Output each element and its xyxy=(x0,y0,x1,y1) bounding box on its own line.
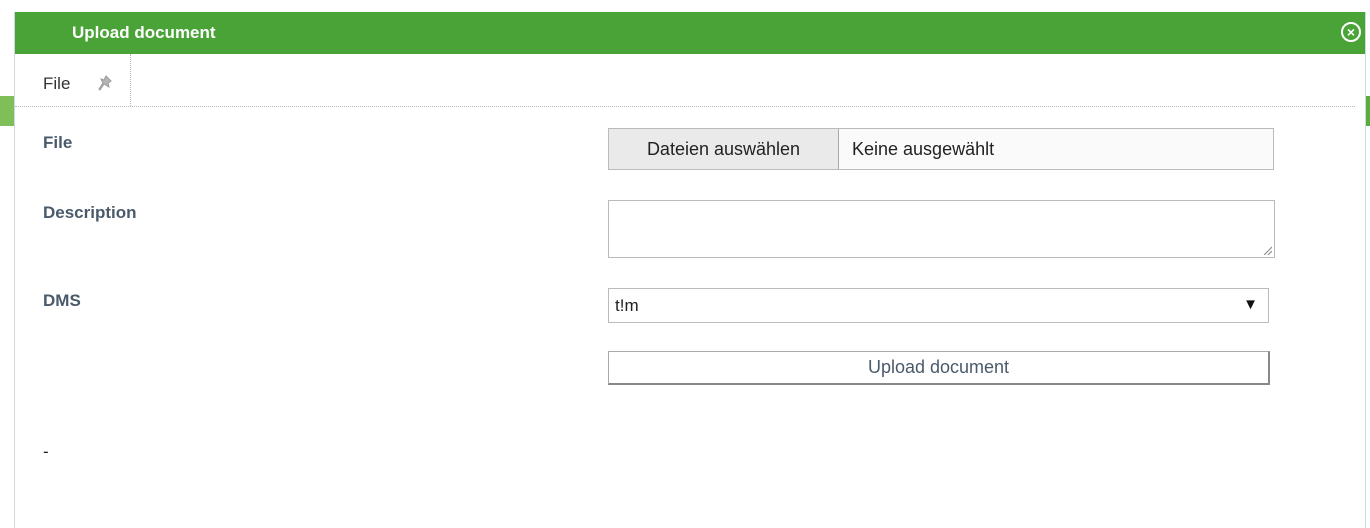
dropdown-arrow-icon: ▼ xyxy=(1243,296,1258,313)
tab-file-label: File xyxy=(43,74,71,93)
background-green-bar xyxy=(0,96,14,126)
file-input[interactable]: Dateien auswählen Keine ausgewählt xyxy=(608,128,1274,170)
footer-text: - xyxy=(43,442,49,461)
close-icon[interactable]: × xyxy=(1341,22,1361,42)
upload-dialog: Upload document × File File Dateien ausw… xyxy=(14,12,1366,528)
dialog-title: Upload document xyxy=(72,23,216,42)
pin-icon[interactable] xyxy=(97,74,115,99)
choose-files-button[interactable]: Dateien auswählen xyxy=(609,129,839,169)
resize-handle-icon[interactable] xyxy=(1262,245,1272,255)
dms-select[interactable]: t!m ▼ xyxy=(608,288,1269,323)
background-page xyxy=(0,0,14,528)
dialog-titlebar: Upload document × xyxy=(15,12,1365,54)
file-label: File xyxy=(43,133,73,152)
description-textarea[interactable] xyxy=(608,200,1275,258)
tab-file[interactable]: File xyxy=(15,54,131,106)
dms-label: DMS xyxy=(43,291,81,310)
dms-selected-value: t!m xyxy=(615,296,639,315)
description-label: Description xyxy=(43,203,137,222)
file-status-text: Keine ausgewählt xyxy=(852,139,995,159)
tab-bar: File xyxy=(15,54,1355,107)
upload-document-button[interactable]: Upload document xyxy=(608,351,1270,385)
